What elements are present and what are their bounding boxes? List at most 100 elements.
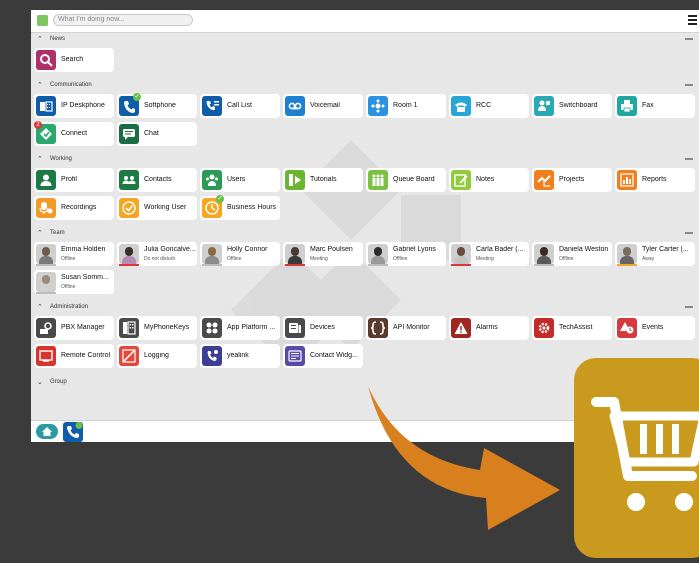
- app-tile-phone-keys[interactable]: MyPhoneKeys: [117, 316, 197, 340]
- avatar: [119, 244, 139, 264]
- tile-label: PBX Manager: [61, 324, 105, 331]
- app-tile-users[interactable]: Users: [200, 168, 280, 192]
- app-tile-events[interactable]: Events: [615, 316, 695, 340]
- tile-label: Softphone: [144, 102, 176, 109]
- chevron-up-icon[interactable]: ⌃: [37, 154, 43, 164]
- softphone-dock-icon[interactable]: [63, 422, 83, 442]
- collapse-dash-icon[interactable]: [685, 84, 693, 86]
- app-tile-connect[interactable]: 2 Connect: [34, 121, 114, 146]
- app-tile-yealink[interactable]: yealink: [200, 344, 280, 368]
- app-tile-voicemail[interactable]: Voicemail: [283, 94, 363, 118]
- app-tile-contact-widget[interactable]: Contact Widg...: [283, 344, 363, 368]
- collapse-dash-icon[interactable]: [685, 38, 693, 40]
- events-icon: [617, 318, 637, 338]
- switchboard-icon: [534, 96, 554, 116]
- hamburger-menu-icon[interactable]: [688, 15, 697, 25]
- chevron-up-icon[interactable]: ⌃: [37, 302, 43, 312]
- team-member-tile[interactable]: Gabriel Lyons Offline: [366, 242, 446, 266]
- app-tile-reports[interactable]: Reports: [615, 168, 695, 192]
- app-tile-fax[interactable]: Fax: [615, 94, 695, 118]
- member-status: Meeting: [476, 256, 494, 262]
- status-input[interactable]: What I'm doing now...: [53, 14, 193, 26]
- app-tile-techassist[interactable]: TechAssist: [532, 316, 612, 340]
- home-button[interactable]: [36, 424, 58, 439]
- section-header-working[interactable]: ⌃ Working: [31, 154, 699, 164]
- team-member-tile[interactable]: Holly Connor Offline: [200, 242, 280, 266]
- app-tile-search[interactable]: Search: [34, 48, 114, 72]
- yealink-icon: [202, 346, 222, 366]
- avatar: [451, 244, 471, 264]
- app-tile-rcc-phone[interactable]: RCC: [449, 94, 529, 118]
- member-status: Offline: [393, 256, 408, 262]
- call-list-icon: [202, 96, 222, 116]
- app-tile-remote-control[interactable]: Remote Control: [34, 344, 114, 368]
- app-tile-softphone[interactable]: ✓ Softphone: [117, 93, 197, 118]
- section-header-administration[interactable]: ⌃ Administration: [31, 302, 699, 312]
- chevron-down-icon[interactable]: ⌄: [37, 377, 43, 387]
- voicemail-icon: [285, 96, 305, 116]
- member-status: Offline: [61, 284, 76, 290]
- team-member-tile[interactable]: Emma Holden Offline: [34, 242, 114, 266]
- chevron-up-icon[interactable]: ⌃: [37, 80, 43, 90]
- chevron-up-icon[interactable]: ⌃: [37, 34, 43, 44]
- app-tile-working-user[interactable]: Working User: [117, 196, 197, 220]
- member-name: Marc Poulsen: [310, 246, 353, 253]
- team-member-tile[interactable]: Marc Poulsen Meeting: [283, 242, 363, 266]
- app-tile-logging[interactable]: Logging: [117, 344, 197, 368]
- app-tile-chat[interactable]: Chat: [117, 122, 197, 146]
- app-tile-api-monitor[interactable]: API Monitor: [366, 316, 446, 340]
- app-tile-deskphone[interactable]: IP Deskphone: [34, 94, 114, 118]
- app-tile-devices[interactable]: Devices: [283, 316, 363, 340]
- app-tile-room[interactable]: Room 1: [366, 94, 446, 118]
- collapse-dash-icon[interactable]: [685, 158, 693, 160]
- team-member-tile[interactable]: Carla Bader (... Meeting: [449, 242, 529, 266]
- team-member-tile[interactable]: Susan Somm... Offline: [34, 270, 114, 294]
- member-name: Holly Connor: [227, 246, 268, 253]
- team-member-tile[interactable]: Julia Goncalve... Do not disturb: [117, 242, 197, 266]
- tile-label: Fax: [642, 102, 654, 109]
- app-tile-pbx-manager[interactable]: PBX Manager: [34, 316, 114, 340]
- app-tile-recordings[interactable]: Recordings: [34, 196, 114, 220]
- app-tile-queue-board[interactable]: Queue Board: [366, 168, 446, 192]
- rcc-phone-icon: [451, 96, 471, 116]
- member-status: Offline: [227, 256, 242, 262]
- shopping-cart-app-icon[interactable]: [574, 358, 699, 558]
- fax-icon: [617, 96, 637, 116]
- app-tile-business-hours[interactable]: ✓ Business Hours: [200, 195, 280, 220]
- deskphone-icon: [36, 96, 56, 116]
- tile-label: API Monitor: [393, 324, 430, 331]
- app-tile-call-list[interactable]: Call List: [200, 94, 280, 118]
- tile-label: Queue Board: [393, 176, 435, 183]
- app-tile-contacts[interactable]: Contacts: [117, 168, 197, 192]
- app-tile-projects[interactable]: Projects: [532, 168, 612, 192]
- notification-badge: ✓: [216, 195, 224, 203]
- app-tile-alarm[interactable]: Alarms: [449, 316, 529, 340]
- tile-label: yealink: [227, 352, 249, 359]
- section-header-team[interactable]: ⌃ Team: [31, 228, 699, 238]
- section-header-news[interactable]: ⌃ News: [31, 34, 699, 44]
- app-tile-tutorials[interactable]: Tutorials: [283, 168, 363, 192]
- top-bar: What I'm doing now...: [31, 10, 699, 33]
- avatar: [368, 244, 388, 264]
- chevron-up-icon[interactable]: ⌃: [37, 228, 43, 238]
- presence-indicator: [202, 264, 222, 266]
- tile-label: App Platform ...: [227, 324, 276, 331]
- collapse-dash-icon[interactable]: [685, 306, 693, 308]
- section-header-communication[interactable]: ⌃ Communication: [31, 80, 699, 90]
- team-member-tile[interactable]: Tyler Carter (... Away: [615, 242, 695, 266]
- tile-label: Logging: [144, 352, 169, 359]
- app-tile-notes[interactable]: Notes: [449, 168, 529, 192]
- collapse-dash-icon[interactable]: [685, 232, 693, 234]
- presence-indicator: [368, 264, 388, 266]
- app-tile-profile[interactable]: Profil: [34, 168, 114, 192]
- team-member-tile[interactable]: Daniela Weston Offline: [532, 242, 612, 266]
- chat-icon: [119, 124, 139, 144]
- app-tile-switchboard[interactable]: Switchboard: [532, 94, 612, 118]
- section-title: Administration: [50, 304, 89, 310]
- tile-label: Call List: [227, 102, 252, 109]
- reports-icon: [617, 170, 637, 190]
- app-tile-app-platform[interactable]: App Platform ...: [200, 316, 280, 340]
- presence-indicator: [534, 264, 554, 266]
- users-icon: [202, 170, 222, 190]
- profile-icon: [36, 170, 56, 190]
